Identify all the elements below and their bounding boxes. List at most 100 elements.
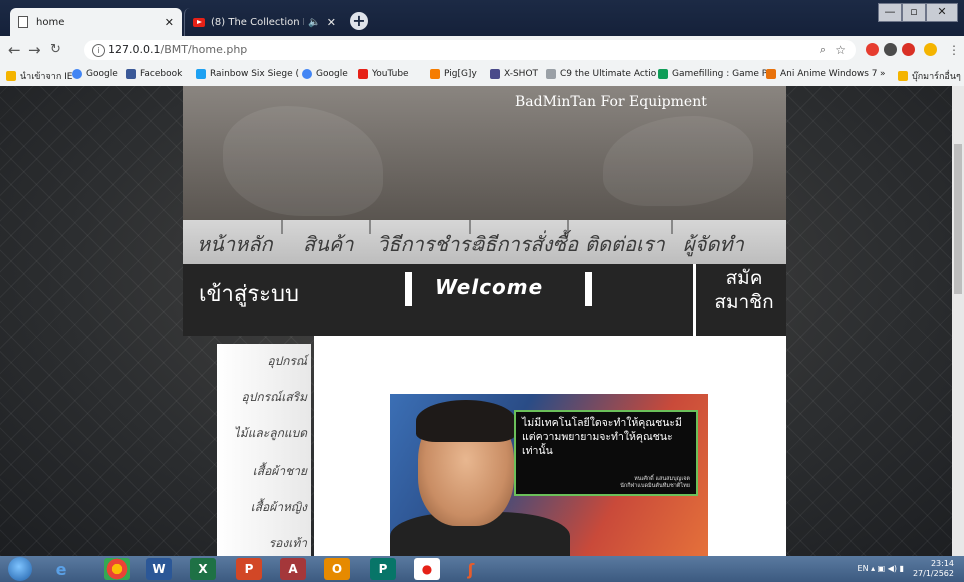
back-icon[interactable]: ← [8,40,21,60]
page-viewport: BadMinTan For Equipment หน้าหลัก สินค้า … [0,86,964,556]
bookmark-item[interactable]: C9 the Ultimate Actio [546,69,656,79]
sidebar-item-womens-clothing[interactable]: เสื้อผ้าหญิง [217,498,307,517]
welcome-banner: Welcome [405,272,595,308]
main-content: ไม่มีเทคโนโลยีใดจะทำให้คุณชนะมีแต่ความพย… [314,336,786,556]
tab-youtube[interactable]: (8) The Collection Beautiful | 🔈 ✕ [184,8,344,36]
tab-home[interactable]: home ✕ [10,8,182,36]
sidebar-item-accessories[interactable]: อุปกรณ์เสริม [217,388,307,407]
other-bookmarks[interactable]: บุ๊กมาร์กอื่นๆ [898,69,961,83]
bookmark-item[interactable]: Rainbow Six Siege ( [196,69,299,79]
bookmark-item[interactable]: Pig[G]y [430,69,477,79]
minimize-button[interactable]: — [878,3,902,22]
sidebar-item-mens-clothing[interactable]: เสื้อผ้าชาย [217,462,307,481]
word-icon[interactable]: W [146,558,172,580]
speaker-icon[interactable]: 🔈 [308,17,320,28]
quote-box: ไม่มีเทคโนโลยีใดจะทำให้คุณชนะมีแต่ความพย… [514,410,698,496]
language-indicator[interactable]: EN [858,564,869,573]
clock-time: 23:14 [930,559,954,568]
close-tab-icon[interactable]: ✕ [327,16,336,29]
google-icon [302,69,312,79]
reload-icon[interactable]: ↻ [50,40,61,60]
gamefilling-icon [658,69,668,79]
google-icon [72,69,82,79]
xshot-icon [490,69,500,79]
bookmark-item[interactable]: Gamefilling : Game P [658,69,767,79]
bookmark-item[interactable]: YouTube [358,69,409,79]
extension-icon[interactable] [866,43,879,56]
header-decoration [603,116,753,206]
register-link[interactable]: สมัคสมาชิก [702,266,786,314]
info-icon[interactable]: i [92,44,105,57]
page-icon [18,16,28,28]
menu-item-ordering[interactable]: วิธีการสั่งซื้อ [473,228,578,260]
category-sidebar: อุปกรณ์ อุปกรณ์เสริม ไม้และลูกแบด เสื้อผ… [217,344,311,556]
menu-divider [671,220,673,234]
welcome-bar-right [585,272,592,306]
close-window-button[interactable]: ✕ [926,3,958,22]
menu-item-home[interactable]: หน้าหลัก [197,228,273,260]
excel-icon[interactable]: X [190,558,216,580]
system-tray[interactable]: EN ▴ ▣ ◀) ▮ [858,564,904,573]
menu-item-creators[interactable]: ผู้จัดทำ [683,228,744,260]
browser-toolbar: ← → ↻ i 127.0.0.1/BMT/home.php ⌕ ☆ ⋮ [0,36,964,64]
site-brand: BadMinTan For Equipment [515,94,707,110]
welcome-text: Welcome [435,275,544,299]
clock[interactable]: 23:14 27/1/2562 [913,559,954,579]
new-tab-button[interactable]: + [350,12,368,30]
player-photo: ไม่มีเทคโนโลยีใดจะทำให้คุณชนะมีแต่ความพย… [390,394,708,556]
window-controls: — ▫ ✕ [878,3,958,22]
folder-icon [6,71,16,81]
quote-signature-name: หนเศักดิ์ แสนสมบุญเจต [634,476,690,482]
sidebar-item-rackets-shuttles[interactable]: ไม้และลูกแบด [217,424,307,443]
quote-signature: หนเศักดิ์ แสนสมบุญเจต นักกีฬาแบดมินตันที… [620,476,690,490]
photo-hair [416,400,516,442]
publisher-icon[interactable]: P [370,558,396,580]
recorder-icon[interactable]: ● [414,558,440,580]
menu-item-payment[interactable]: วิธีการชำระ [377,228,481,260]
bookmark-item[interactable]: X-SHOT [490,69,538,79]
extension-icon[interactable] [902,43,915,56]
sidebar-item-shoes[interactable]: รองเท้า [217,534,307,553]
tab-title: (8) The Collection Beautiful | [211,16,304,28]
tab-title: home [36,16,65,28]
arc-app-icon[interactable]: ʃ [458,558,484,580]
outlook-icon[interactable]: O [324,558,350,580]
extension-icon[interactable] [884,43,897,56]
folder-icon [898,71,908,81]
menu-item-contact[interactable]: ติดต่อเรา [585,228,665,260]
maximize-button[interactable]: ▫ [902,3,926,22]
menu-divider [281,220,283,234]
address-bar[interactable]: i 127.0.0.1/BMT/home.php ⌕ ☆ [84,40,856,60]
bookmark-item[interactable]: นำเข้าจาก IE [6,69,72,83]
menu-item-products[interactable]: สินค้า [303,228,354,260]
close-tab-icon[interactable]: ✕ [165,16,174,29]
powerpoint-icon[interactable]: P [236,558,262,580]
access-icon[interactable]: A [280,558,306,580]
zoom-icon[interactable]: ⌕ [820,40,826,60]
bookmark-item[interactable]: Google [72,69,118,79]
menu-divider [369,220,371,234]
register-box: สมัคสมาชิก [693,264,786,336]
facebook-icon [126,69,136,79]
forward-icon[interactable]: → [28,40,41,60]
header-decoration [223,106,383,216]
star-icon[interactable]: ☆ [835,40,846,60]
url-host: 127.0.0.1 [108,43,161,56]
bookmark-item[interactable]: Ani Anime Windows 7 [766,69,878,79]
chrome-icon[interactable] [104,558,130,580]
profile-avatar[interactable] [924,43,937,56]
start-button[interactable] [8,557,32,581]
scrollbar-thumb[interactable] [954,144,962,294]
ie-icon[interactable]: e [48,558,74,580]
youtube-icon [358,69,368,79]
site-header: BadMinTan For Equipment [183,86,786,220]
youtube-icon [193,17,205,27]
login-link[interactable]: เข้าสู่ระบบ [199,276,299,311]
bookmark-item[interactable]: Google [302,69,348,79]
bookmarks-overflow[interactable]: » [880,69,886,79]
quote-signature-title: นักกีฬาแบดมินตันทีมชาติไทย [620,483,690,489]
bookmark-item[interactable]: Facebook [126,69,182,79]
page-scrollbar[interactable] [952,86,964,556]
menu-icon[interactable]: ⋮ [948,40,960,60]
sidebar-item-equipment[interactable]: อุปกรณ์ [217,352,307,371]
